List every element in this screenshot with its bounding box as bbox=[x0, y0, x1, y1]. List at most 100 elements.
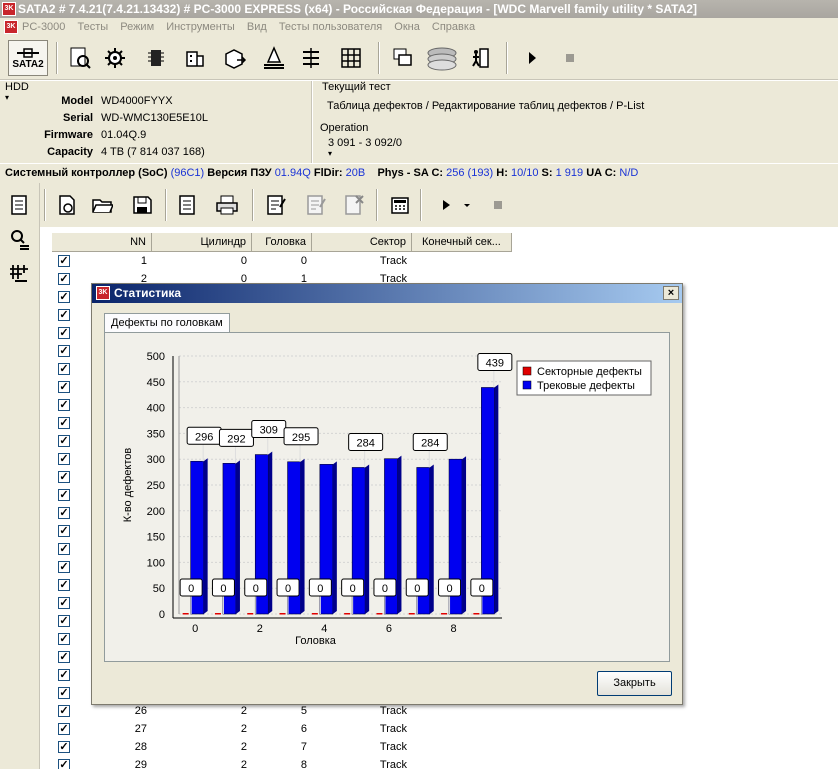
track-value-label: 292 bbox=[227, 433, 245, 445]
row-checkbox[interactable]: ✓ bbox=[58, 309, 70, 321]
row-checkbox[interactable]: ✓ bbox=[58, 273, 70, 285]
edit-button[interactable] bbox=[262, 191, 290, 219]
run-button[interactable] bbox=[518, 44, 546, 72]
row-checkbox[interactable]: ✓ bbox=[58, 345, 70, 357]
menu-help[interactable]: Справка bbox=[432, 21, 475, 33]
row-checkbox[interactable]: ✓ bbox=[58, 759, 70, 769]
row-checkbox[interactable]: ✓ bbox=[58, 417, 70, 429]
row-checkbox[interactable]: ✓ bbox=[58, 723, 70, 735]
cell-head: 7 bbox=[300, 741, 307, 753]
left-search-button[interactable] bbox=[5, 225, 33, 253]
save-button[interactable] bbox=[128, 191, 156, 219]
close-button[interactable]: Закрыть bbox=[597, 671, 672, 696]
toolbar-separator bbox=[420, 189, 422, 221]
row-checkbox[interactable]: ✓ bbox=[58, 489, 70, 501]
sector-value-label: 0 bbox=[317, 583, 323, 595]
export-button[interactable] bbox=[221, 44, 249, 72]
row-checkbox[interactable]: ✓ bbox=[58, 453, 70, 465]
row-checkbox[interactable]: ✓ bbox=[58, 525, 70, 537]
y-tick-label: 200 bbox=[147, 506, 165, 518]
row-checkbox[interactable]: ✓ bbox=[58, 597, 70, 609]
table-stop-button[interactable] bbox=[484, 191, 512, 219]
y-tick-label: 350 bbox=[147, 428, 165, 440]
menu-windows[interactable]: Окна bbox=[394, 21, 420, 33]
menu-mode[interactable]: Режим bbox=[120, 21, 154, 33]
row-checkbox[interactable]: ✓ bbox=[58, 705, 70, 717]
dialog-title-bar[interactable]: 3K Статистика × bbox=[92, 284, 682, 303]
open-button[interactable] bbox=[88, 191, 116, 219]
menu-user-tests[interactable]: Тесты пользователя bbox=[279, 21, 382, 33]
buffer-button[interactable] bbox=[181, 44, 209, 72]
column-header-head[interactable]: Головка bbox=[252, 233, 312, 252]
menu-tools[interactable]: Инструменты bbox=[166, 21, 235, 33]
toolbar-separator bbox=[376, 189, 378, 221]
windows-button[interactable] bbox=[389, 44, 417, 72]
column-header-sector[interactable]: Сектор bbox=[312, 233, 412, 252]
y-tick-label: 0 bbox=[159, 609, 165, 621]
calculator-button[interactable] bbox=[386, 191, 414, 219]
exit-button[interactable] bbox=[466, 44, 494, 72]
layers-button[interactable] bbox=[297, 44, 325, 72]
menu-tests[interactable]: Тесты bbox=[77, 21, 108, 33]
row-checkbox[interactable]: ✓ bbox=[58, 381, 70, 393]
row-checkbox[interactable]: ✓ bbox=[58, 435, 70, 447]
table-button[interactable] bbox=[337, 44, 365, 72]
menu-pc3000[interactable]: PC-3000 bbox=[22, 21, 65, 33]
column-header-cylinder[interactable]: Цилиндр bbox=[152, 233, 252, 252]
menu-bar: 3K PC-3000 Тесты Режим Инструменты Вид Т… bbox=[0, 18, 838, 36]
x-tick-label: 4 bbox=[321, 623, 327, 635]
heads-button[interactable] bbox=[260, 44, 288, 72]
menu-view[interactable]: Вид bbox=[247, 21, 267, 33]
building-icon bbox=[186, 51, 204, 67]
row-checkbox[interactable]: ✓ bbox=[58, 327, 70, 339]
row-checkbox[interactable]: ✓ bbox=[58, 543, 70, 555]
run-dropdown-button[interactable] bbox=[460, 191, 474, 219]
left-add-button[interactable] bbox=[5, 259, 33, 287]
left-list-button[interactable] bbox=[5, 191, 33, 219]
row-checkbox[interactable]: ✓ bbox=[58, 255, 70, 267]
report-button[interactable] bbox=[173, 191, 201, 219]
test-search-button[interactable] bbox=[66, 44, 94, 72]
row-checkbox[interactable]: ✓ bbox=[58, 633, 70, 645]
row-checkbox[interactable]: ✓ bbox=[58, 399, 70, 411]
row-checkbox[interactable]: ✓ bbox=[58, 687, 70, 699]
sata2-button[interactable]: SATA2 bbox=[8, 40, 48, 76]
edit-disabled-button[interactable] bbox=[302, 191, 330, 219]
dialog-close-icon[interactable]: × bbox=[663, 286, 679, 300]
row-checkbox[interactable]: ✓ bbox=[58, 741, 70, 753]
print-button[interactable] bbox=[213, 191, 241, 219]
app-icon: 3K bbox=[2, 2, 16, 16]
row-checkbox[interactable]: ✓ bbox=[58, 291, 70, 303]
stop-button[interactable] bbox=[556, 44, 584, 72]
firmware-label: Firmware bbox=[44, 129, 93, 141]
operation-dropdown-icon[interactable]: ▾ bbox=[328, 149, 332, 158]
table-row[interactable]: 1 0 0 Track bbox=[52, 252, 512, 270]
operation-value: 3 091 - 3 092/0 bbox=[328, 137, 403, 149]
row-checkbox[interactable]: ✓ bbox=[58, 507, 70, 519]
row-checkbox[interactable]: ✓ bbox=[58, 669, 70, 681]
row-checkbox[interactable]: ✓ bbox=[58, 615, 70, 627]
table-row[interactable]: 29 2 8 Track bbox=[52, 756, 512, 769]
row-checkbox[interactable]: ✓ bbox=[58, 363, 70, 375]
column-header-end-sector[interactable]: Конечный сек... bbox=[412, 233, 512, 252]
menu-app-icon[interactable]: 3K bbox=[4, 20, 18, 34]
hdd-capacity-row: Capacity 4 TB (7 814 037 168) bbox=[0, 144, 310, 161]
column-header-nn[interactable]: NN bbox=[52, 233, 152, 252]
delete-button[interactable] bbox=[340, 191, 368, 219]
heads-value: 10/10 bbox=[510, 167, 539, 179]
tab-defects-by-head[interactable]: Дефекты по головкам bbox=[104, 313, 230, 333]
table-settings-button[interactable] bbox=[53, 191, 81, 219]
table-row[interactable]: 27 2 6 Track bbox=[52, 720, 512, 738]
soc-value: (96C1) bbox=[170, 167, 205, 179]
drive-settings-button[interactable] bbox=[101, 44, 129, 72]
row-checkbox[interactable]: ✓ bbox=[58, 651, 70, 663]
disk-button[interactable] bbox=[425, 44, 459, 72]
row-checkbox[interactable]: ✓ bbox=[58, 579, 70, 591]
doc-edit-icon bbox=[267, 195, 286, 215]
row-checkbox[interactable]: ✓ bbox=[58, 561, 70, 573]
y-axis-label: К-во дефектов bbox=[122, 448, 134, 523]
row-checkbox[interactable]: ✓ bbox=[58, 471, 70, 483]
table-run-button[interactable] bbox=[432, 191, 460, 219]
table-row[interactable]: 28 2 7 Track bbox=[52, 738, 512, 756]
chip-button[interactable] bbox=[142, 44, 170, 72]
